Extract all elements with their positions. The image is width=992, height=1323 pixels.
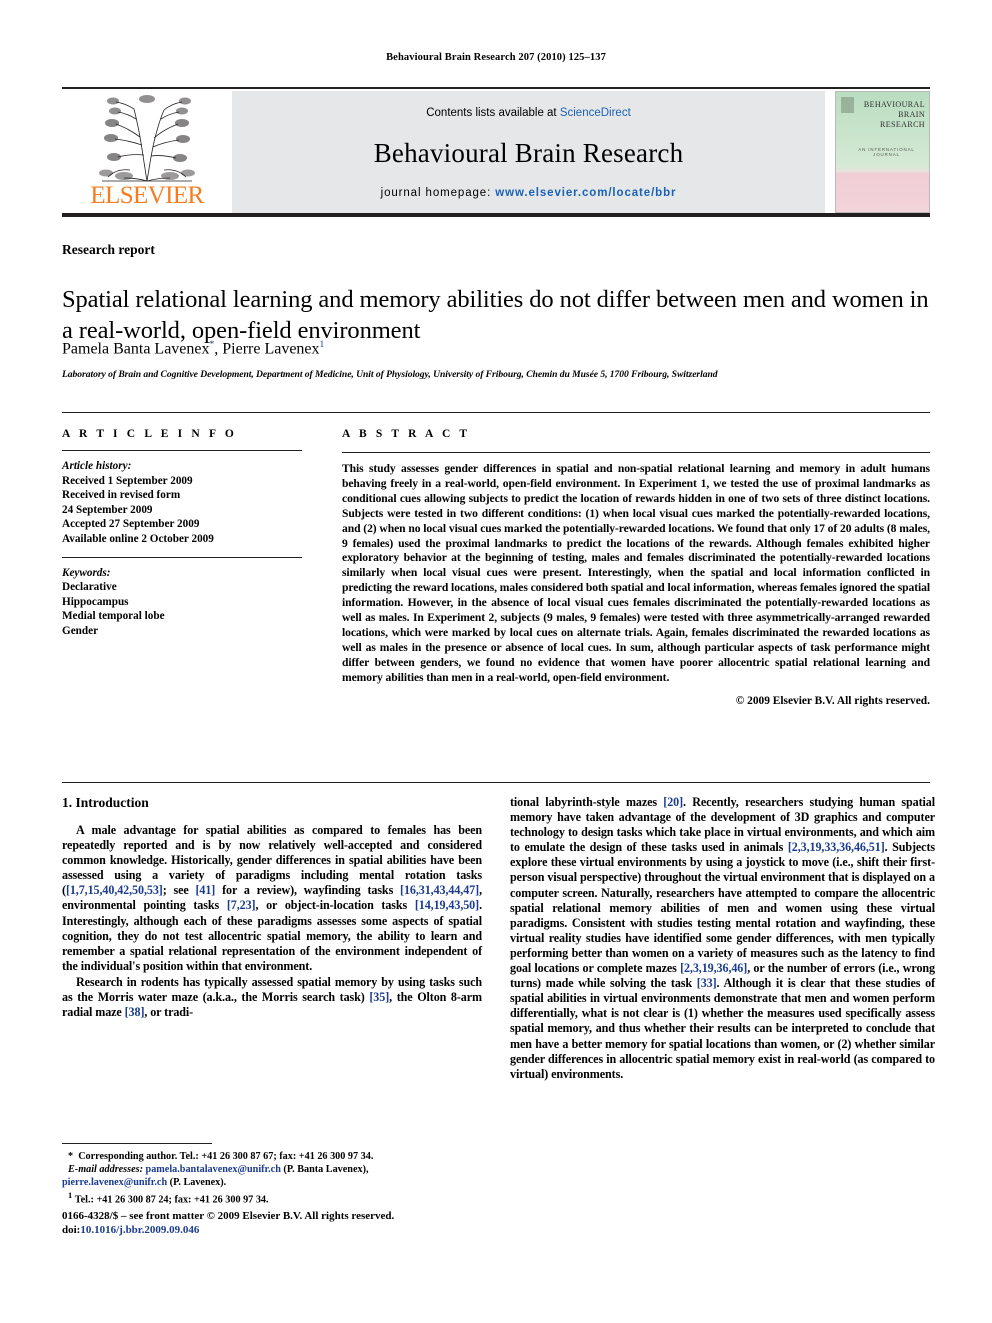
paragraph-text: ; see	[162, 883, 196, 898]
history-item: Received 1 September 2009	[62, 474, 193, 487]
citation-ref[interactable]: [1,7,15,40,42,50,53]	[66, 883, 163, 897]
author-first: Pamela Banta Lavenex	[62, 340, 210, 358]
keyword-item: Declarative	[62, 581, 117, 594]
footnote-corresponding: * Corresponding author. Tel.: +41 26 300…	[62, 1150, 482, 1163]
citation-ref[interactable]: [35]	[369, 990, 389, 1004]
paragraph: A male advantage for spatial abilities a…	[62, 823, 482, 974]
citation-ref[interactable]: [41]	[195, 883, 215, 897]
cover-title: BEHAVIOURAL BRAIN RESEARCH	[863, 100, 925, 129]
citation-ref[interactable]: [33]	[697, 976, 717, 990]
abstract-column: A B S T R A C T This study assesses gend…	[342, 428, 930, 707]
elsevier-tree-icon	[78, 93, 216, 185]
affiliation: Laboratory of Brain and Cognitive Develo…	[62, 369, 718, 380]
history-item: Accepted 27 September 2009	[62, 518, 200, 531]
paragraph: tional labyrinth-style mazes [20]. Recen…	[510, 795, 935, 1082]
footnote-tel-text: Tel.: +41 26 300 87 24; fax: +41 26 300 …	[74, 1194, 269, 1206]
body-column-right: tional labyrinth-style mazes [20]. Recen…	[510, 795, 935, 1082]
history-label: Article history:	[62, 460, 132, 472]
history-item: 24 September 2009	[62, 503, 153, 516]
footnote-corresponding-text: Corresponding author. Tel.: +41 26 300 8…	[78, 1151, 374, 1162]
abstract-copyright: © 2009 Elsevier B.V. All rights reserved…	[735, 694, 930, 707]
citation-ref[interactable]: [2,3,19,33,36,46,51]	[788, 840, 885, 854]
cover-subtitle: AN INTERNATIONAL JOURNAL	[858, 147, 915, 157]
article-type: Research report	[62, 242, 155, 257]
front-matter-line: 0166-4328/$ – see front matter © 2009 El…	[62, 1210, 395, 1222]
homepage-link[interactable]: www.elsevier.com/locate/bbr	[495, 187, 676, 199]
article-info-column: A R T I C L E I N F O Article history: R…	[62, 428, 302, 639]
masthead-bottom-rule	[62, 213, 930, 217]
keywords-label: Keywords:	[62, 566, 111, 579]
masthead-top-rule	[62, 87, 930, 89]
paragraph-text: , or object-in-location tasks	[255, 898, 415, 913]
author-list: Pamela Banta Lavenex*, Pierre Lavenex1	[62, 340, 942, 358]
paragraph-text: tional labyrinth-style mazes	[510, 795, 664, 809]
footnote-number-marker: 1	[68, 1190, 73, 1200]
journal-title: Behavioural Brain Research	[373, 138, 684, 168]
page-title: Spatial relational learning and memory a…	[62, 286, 929, 345]
footnote-star-marker: *	[68, 1151, 74, 1162]
cover-elsevier-icon	[841, 97, 854, 113]
body-column-left: 1. Introduction A male advantage for spa…	[62, 795, 482, 1020]
citation-ref[interactable]: [16,31,43,44,47]	[400, 883, 479, 897]
article-info-heading: A R T I C L E I N F O	[62, 428, 237, 440]
keywords-list: Keywords: Declarative Hippocampus Medial…	[62, 566, 302, 639]
keyword-item: Gender	[62, 624, 99, 637]
keyword-item: Hippocampus	[62, 595, 129, 608]
abstract-text: This study assesses gender differences i…	[342, 462, 930, 684]
email-label: E-mail addresses:	[68, 1164, 143, 1175]
contents-available-line: Contents lists available at ScienceDirec…	[232, 107, 825, 119]
paragraph-text: for a review), wayfinding tasks	[215, 883, 401, 898]
footnote-rule	[62, 1143, 212, 1144]
elsevier-wordmark: ELSEVIER	[90, 182, 204, 209]
journal-cover-thumbnail: BEHAVIOURAL BRAIN RESEARCH AN INTERNATIO…	[835, 91, 930, 213]
section-heading-introduction: 1. Introduction	[62, 795, 149, 810]
footnote-email-secondary: pierre.lavenex@unifr.ch (P. Lavenex).	[62, 1176, 482, 1189]
masthead-center-band: Contents lists available at ScienceDirec…	[232, 91, 825, 213]
author-footnote-marker[interactable]: 1	[320, 340, 325, 350]
paragraph: Research in rodents has typically assess…	[62, 975, 482, 1020]
footnote-author-tel: 1 Tel.: +41 26 300 87 24; fax: +41 26 30…	[62, 1189, 482, 1206]
keyword-item: Medial temporal lobe	[62, 610, 165, 623]
keywords-divider	[62, 556, 302, 558]
sciencedirect-link[interactable]: ScienceDirect	[560, 107, 631, 119]
info-divider	[62, 450, 302, 451]
info-top-rule	[62, 412, 930, 413]
email-link-primary[interactable]: pamela.bantalavenex@unifr.ch	[146, 1164, 281, 1175]
article-history: Article history: Received 1 September 20…	[62, 459, 302, 547]
homepage-prefix: journal homepage:	[380, 187, 496, 199]
info-bottom-rule	[62, 782, 930, 783]
abstract-divider	[342, 452, 930, 453]
footnotes: * Corresponding author. Tel.: +41 26 300…	[62, 1150, 482, 1206]
abstract-heading: A B S T R A C T	[342, 428, 471, 440]
doi-label: doi:	[62, 1224, 81, 1236]
doi-line: doi:10.1016/j.bbr.2009.09.046	[62, 1223, 492, 1237]
article-page: Behavioural Brain Research 207 (2010) 12…	[0, 0, 992, 1323]
doi-link[interactable]: 10.1016/j.bbr.2009.09.046	[80, 1224, 199, 1236]
contents-prefix: Contents lists available at	[426, 107, 560, 119]
citation-ref[interactable]: [20]	[663, 795, 683, 809]
email-owner-secondary: (P. Lavenex).	[169, 1177, 227, 1188]
elsevier-logo: ELSEVIER	[62, 91, 232, 213]
citation-ref[interactable]: [2,3,19,36,46]	[680, 961, 747, 975]
journal-homepage-line: journal homepage: www.elsevier.com/locat…	[232, 187, 825, 199]
citation-ref[interactable]: [7,23]	[227, 898, 256, 912]
footnote-emails: E-mail addresses: pamela.bantalavenex@un…	[62, 1163, 482, 1176]
paragraph-text: . Although it is clear that these studie…	[510, 976, 936, 1081]
paragraph-text: , or tradi-	[144, 1005, 194, 1020]
citation-ref[interactable]: [38]	[125, 1005, 145, 1019]
running-head: Behavioural Brain Research 207 (2010) 12…	[386, 52, 606, 63]
paragraph-text: . Subjects explore these virtual environ…	[510, 840, 935, 976]
email-link-secondary[interactable]: pierre.lavenex@unifr.ch	[62, 1177, 167, 1188]
imprint-block: 0166-4328/$ – see front matter © 2009 El…	[62, 1209, 492, 1237]
author-second: , Pierre Lavenex	[214, 340, 320, 358]
journal-masthead: ELSEVIER Contents lists available at Sci…	[62, 87, 930, 217]
history-item: Received in revised form	[62, 489, 181, 502]
email-owner-primary: (P. Banta Lavenex),	[283, 1164, 369, 1175]
history-item: Available online 2 October 2009	[62, 532, 214, 545]
citation-ref[interactable]: [14,19,43,50]	[415, 898, 479, 912]
